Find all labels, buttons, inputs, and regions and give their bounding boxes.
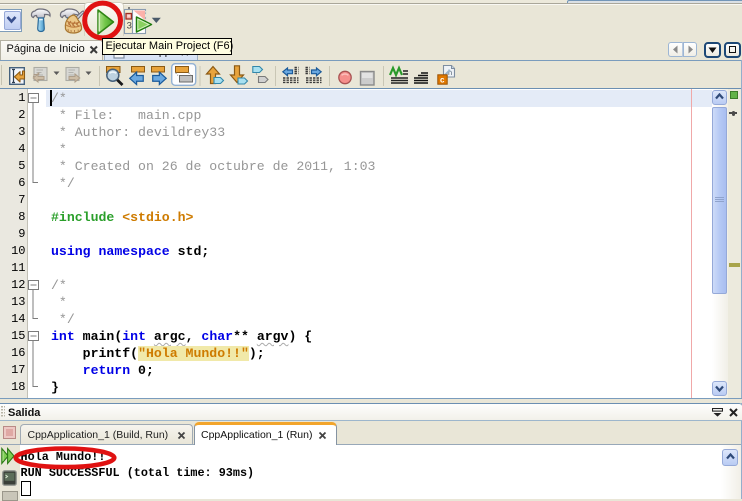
svg-text:c: c — [440, 76, 445, 85]
